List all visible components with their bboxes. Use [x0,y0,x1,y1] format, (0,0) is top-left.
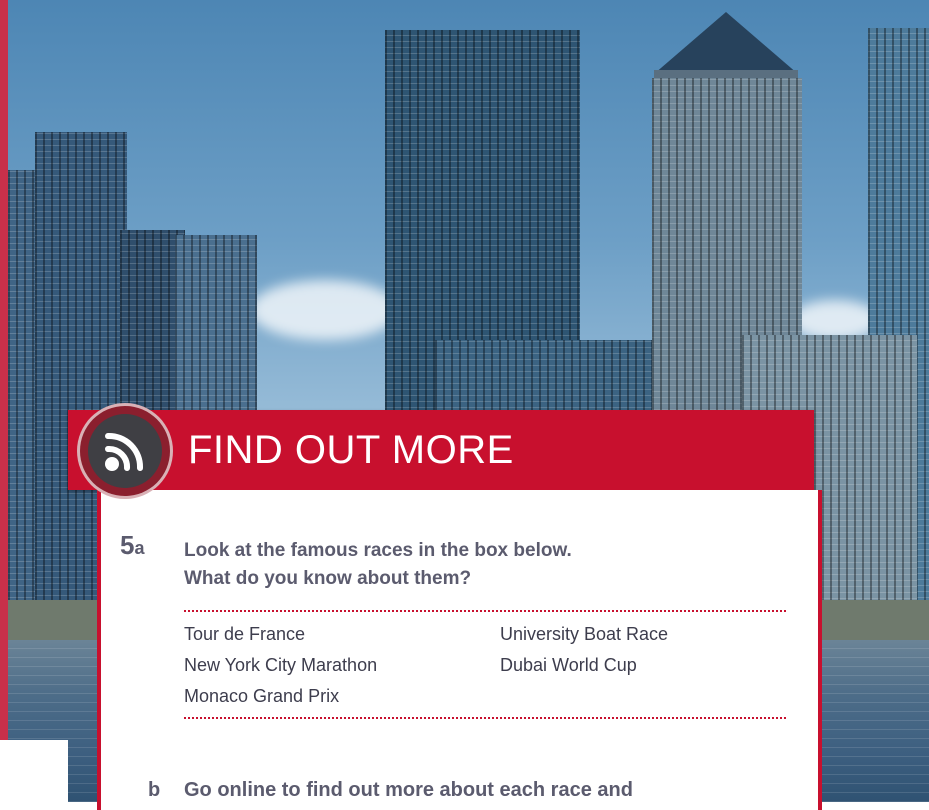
box-top-border [184,610,786,612]
cloud [790,300,880,340]
race-item: Dubai World Cup [500,655,637,675]
cloud [250,280,400,340]
pyramid-roof [654,12,798,82]
page-corner [0,740,68,802]
race-item: Monaco Grand Prix [184,686,340,706]
find-out-more-banner: FIND OUT MORE [68,410,814,490]
race-item: New York City Marathon [184,655,378,675]
race-item: University Boat Race [500,624,669,644]
wifi-signal-icon [80,406,170,496]
exercise-number: 5a [120,530,145,560]
race-item: Tour de France [184,624,306,644]
page-edge-strip [0,0,8,802]
exercise-b-question: Go online to find out more about each ra… [184,779,633,801]
exercise-a-question: Look at the famous races in the box belo… [184,540,572,589]
box-bottom-border [184,717,786,719]
banner-title: FIND OUT MORE [188,428,514,472]
exercise-b-letter: b [148,779,161,801]
